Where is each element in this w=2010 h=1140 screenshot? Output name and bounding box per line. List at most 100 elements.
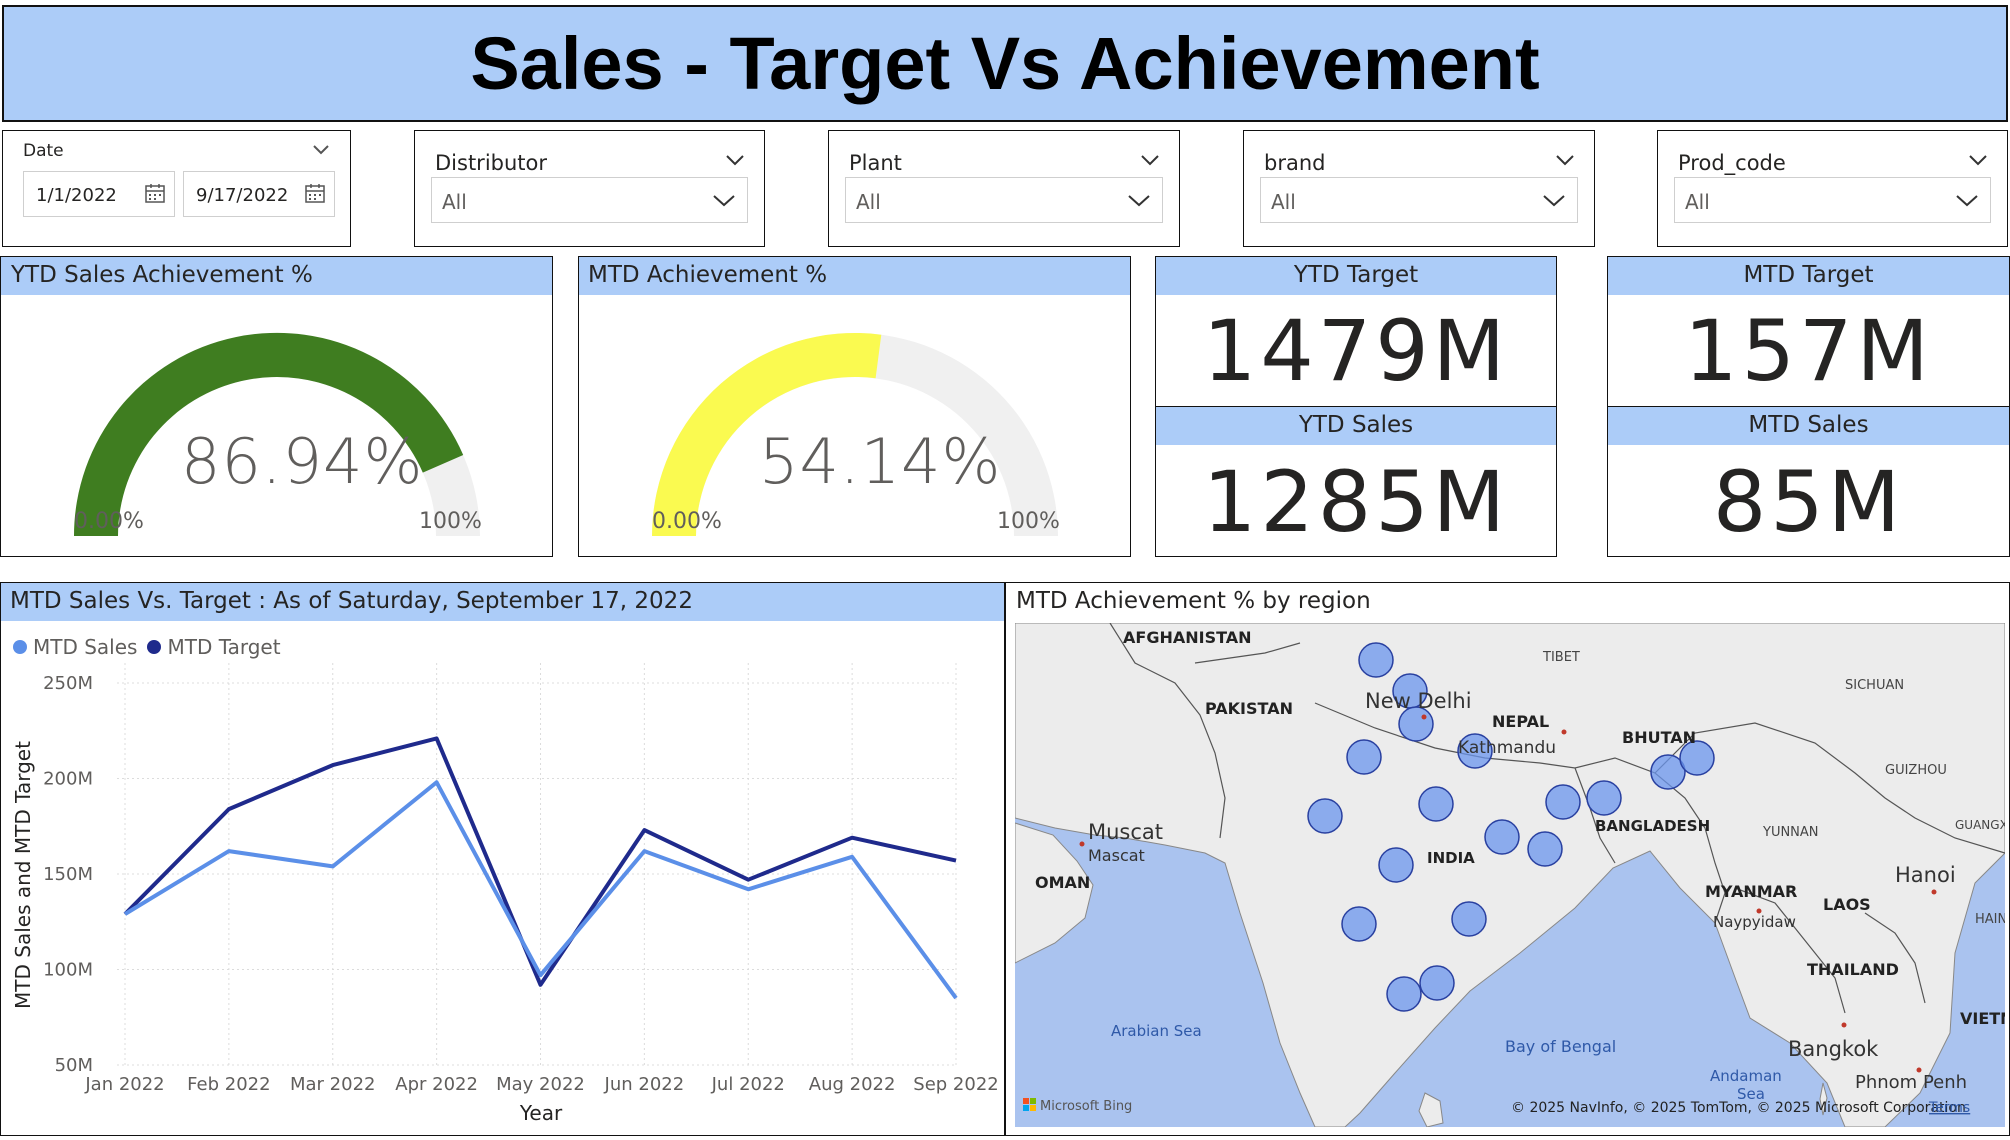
x-tick-label: May 2022 [496, 1074, 585, 1095]
ytd-achievement-gauge-card[interactable]: YTD Sales Achievement % 86.94% 0.00% 100… [0, 256, 553, 557]
map-label-arabian-sea: Arabian Sea [1111, 1022, 1202, 1040]
region-bubble[interactable] [1378, 847, 1414, 883]
prod-code-slicer[interactable]: Prod_code All [1657, 130, 2008, 247]
card-title: YTD Sales [1298, 412, 1414, 438]
ytd-sales-card[interactable]: YTD Sales 1285M [1155, 406, 1557, 557]
x-tick-label: Jan 2022 [84, 1074, 164, 1095]
prod-code-dropdown[interactable]: All [1674, 177, 1991, 223]
x-tick-label: Aug 2022 [809, 1074, 896, 1095]
x-tick-label: Jun 2022 [604, 1074, 685, 1095]
region-bubble[interactable] [1451, 901, 1487, 937]
end-date-input[interactable]: 9/17/2022 [183, 171, 335, 217]
date-slicer[interactable]: Date 1/1/2022 9/17/2022 [2, 130, 351, 247]
distributor-dropdown[interactable]: All [431, 177, 748, 223]
x-tick-label: Jul 2022 [711, 1074, 785, 1095]
map-label-yunnan: YUNNAN [1762, 825, 1819, 840]
map-label-thailand: THAILAND [1807, 960, 1899, 979]
kpi-value: 157M [1684, 302, 1933, 400]
start-date-input[interactable]: 1/1/2022 [23, 171, 175, 217]
prod-code-value: All [1685, 190, 1710, 214]
chevron-down-icon[interactable] [1554, 149, 1576, 171]
gauge-value: 86.94% [181, 425, 424, 498]
brand-value: All [1271, 190, 1296, 214]
map-label-hain: HAIN [1975, 912, 2005, 927]
title-banner: Sales - Target Vs Achievement [2, 5, 2008, 122]
card-title: MTD Target [1743, 262, 1874, 288]
chevron-down-icon[interactable] [1967, 149, 1989, 171]
map-label-bangladesh: BANGLADESH [1595, 817, 1710, 835]
region-bubble[interactable] [1358, 642, 1394, 678]
card-header: MTD Achievement % [579, 257, 1130, 295]
mtd-sales-card[interactable]: MTD Sales 85M [1607, 406, 2010, 557]
region-bubble[interactable] [1419, 965, 1455, 1001]
brand-dropdown[interactable]: All [1260, 177, 1578, 223]
card-header: YTD Sales [1156, 407, 1556, 445]
chevron-down-icon[interactable] [1139, 149, 1161, 171]
chevron-down-icon[interactable] [711, 188, 737, 212]
start-date-value: 1/1/2022 [36, 185, 117, 206]
map-label-bangkok: Bangkok [1788, 1037, 1879, 1061]
region-bubble[interactable] [1386, 976, 1422, 1012]
region-bubble[interactable] [1527, 831, 1563, 867]
calendar-icon[interactable] [304, 182, 326, 204]
map-title: MTD Achievement % by region [1016, 588, 1371, 614]
x-tick-label: Mar 2022 [290, 1074, 376, 1095]
chevron-down-icon[interactable] [724, 149, 746, 171]
kpi-value: 85M [1712, 453, 1905, 551]
map-label-naypyidaw: Naypyidaw [1713, 913, 1796, 931]
region-map[interactable]: AFGHANISTAN PAKISTAN TIBET SICHUAN New D… [1015, 623, 2005, 1127]
end-date-value: 9/17/2022 [196, 185, 289, 206]
map-label-india: INDIA [1427, 849, 1475, 867]
mtd-target-card[interactable]: MTD Target 157M [1607, 256, 2010, 407]
map-label-oman: OMAN [1035, 873, 1090, 892]
region-bubble[interactable] [1346, 739, 1382, 775]
calendar-icon[interactable] [144, 182, 166, 204]
brand-slicer[interactable]: brand All [1243, 130, 1595, 247]
mtd-achievement-gauge-card[interactable]: MTD Achievement % 54.14% 0.00% 100% [578, 256, 1131, 557]
map-attribution: © 2025 NavInfo, © 2025 TomTom, © 2025 Mi… [1511, 1100, 1966, 1116]
map-terms-link[interactable]: Terms [1928, 1100, 1970, 1116]
region-bubble[interactable] [1341, 906, 1377, 942]
plant-dropdown[interactable]: All [845, 177, 1163, 223]
map-label-pakistan: PAKISTAN [1205, 699, 1293, 718]
map-label-nepal: NEPAL [1492, 712, 1549, 731]
dashboard-title: Sales - Target Vs Achievement [470, 22, 1540, 105]
chevron-down-icon[interactable] [1954, 188, 1980, 212]
card-title: YTD Sales Achievement % [11, 262, 313, 288]
distributor-slicer-label: Distributor [435, 151, 548, 175]
region-bubble[interactable] [1484, 819, 1520, 855]
map-label-myanmar: MYANMAR [1705, 882, 1797, 901]
chevron-down-icon[interactable] [310, 139, 332, 161]
chevron-down-icon[interactable] [1126, 188, 1152, 212]
card-title: YTD Target [1293, 262, 1419, 288]
gauge-max-label: 100% [419, 509, 482, 534]
map-label-hanoi: Hanoi [1895, 863, 1956, 887]
y-tick-label: 200M [43, 769, 93, 790]
card-title: MTD Achievement % [588, 262, 828, 288]
x-tick-label: Feb 2022 [187, 1074, 270, 1095]
plant-slicer[interactable]: Plant All [828, 130, 1180, 247]
map-label-vietnam: VIETNA [1960, 1009, 2005, 1028]
x-tick-label: Sep 2022 [913, 1074, 998, 1095]
region-bubble[interactable] [1418, 786, 1454, 822]
chevron-down-icon[interactable] [1541, 188, 1567, 212]
ytd-target-card[interactable]: YTD Target 1479M [1155, 256, 1557, 407]
y-axis-title: MTD Sales and MTD Target [11, 741, 35, 1009]
gauge-max-label: 100% [997, 509, 1060, 534]
map-label-bay-of-bengal: Bay of Bengal [1505, 1037, 1616, 1056]
region-bubble[interactable] [1586, 780, 1622, 816]
x-axis-title: Year [519, 1101, 563, 1125]
distributor-slicer[interactable]: Distributor All [414, 130, 765, 247]
map-label-andaman: Andaman [1710, 1067, 1782, 1085]
region-bubble[interactable] [1545, 784, 1581, 820]
region-bubble[interactable] [1307, 798, 1343, 834]
distributor-value: All [442, 190, 467, 214]
map-card[interactable]: MTD Achievement % by region AFGHANISTAN … [1005, 582, 2010, 1136]
map-label-guizhou: GUIZHOU [1885, 763, 1947, 778]
kpi-value: 1479M [1202, 302, 1510, 400]
line-chart-card[interactable]: MTD Sales Vs. Target : As of Saturday, S… [0, 582, 1005, 1136]
card-header: MTD Sales [1608, 407, 2009, 445]
map-label-guangxi: GUANGX ZHUAN [1955, 818, 2005, 832]
map-label-muscat-local: Mascat [1088, 846, 1145, 865]
gauge-min-label: 0.00% [652, 509, 722, 534]
